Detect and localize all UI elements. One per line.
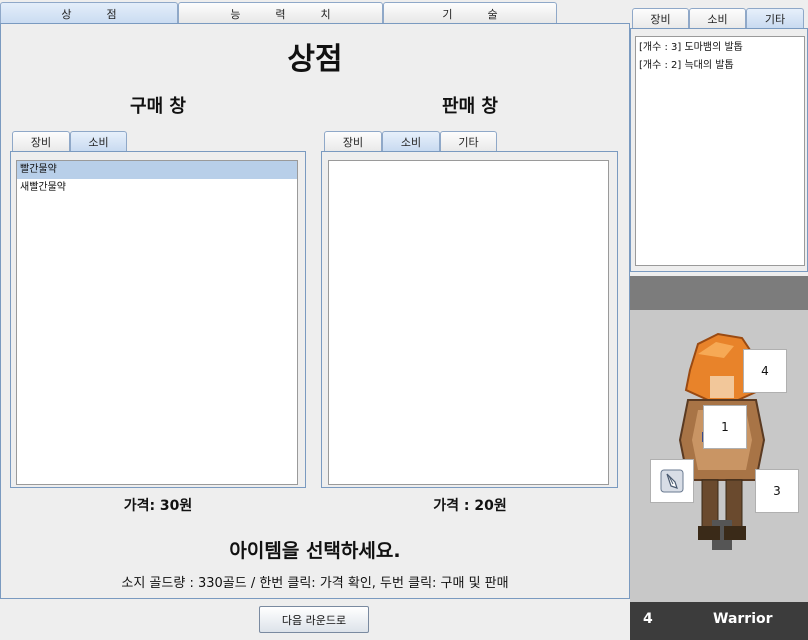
list-item[interactable]: [개수 : 2] 늑대의 발톱 — [636, 57, 804, 75]
sell-title: 판매 창 — [442, 96, 498, 117]
inv-tab-consumable-label: 소비 — [707, 13, 728, 26]
sell-tab-consumable-label: 소비 — [400, 136, 422, 149]
equip-slot-1[interactable]: 1 — [703, 405, 747, 449]
sell-price: 가격 : 20원 — [433, 498, 507, 514]
list-item[interactable]: 빨간물약 — [17, 161, 297, 179]
tab-shop-label: 상 점 — [61, 7, 117, 21]
buy-tab-consumable[interactable]: 소비 — [70, 131, 127, 152]
list-item[interactable]: [개수 : 3] 도마뱀의 발톱 — [636, 39, 804, 57]
tab-stats[interactable]: 능 력 치 — [178, 2, 383, 24]
buy-tab-consumable-label: 소비 — [88, 136, 109, 149]
sell-tab-equipment[interactable]: 장비 — [324, 131, 382, 152]
equip-slot-3[interactable]: 3 — [755, 469, 799, 513]
gold-footer: 소지 골드량 : 330골드 / 한번 클릭: 가격 확인, 두번 클릭: 구매… — [121, 576, 509, 591]
tab-stats-label: 능 력 치 — [230, 7, 331, 21]
character-class: Warrior — [713, 611, 773, 627]
sword-icon — [659, 468, 685, 494]
equip-slot-4-label: 4 — [761, 364, 769, 378]
inv-tab-equipment[interactable]: 장비 — [632, 8, 689, 29]
equip-slot-1-label: 1 — [721, 420, 729, 434]
list-item[interactable]: 새빨간물약 — [17, 179, 297, 197]
status-message: 아이템을 선택하세요. — [229, 540, 401, 562]
sell-tab-consumable[interactable]: 소비 — [382, 131, 440, 152]
equip-slot-weapon[interactable] — [650, 459, 694, 503]
inv-tab-etc[interactable]: 기타 — [746, 8, 804, 29]
sell-tab-etc[interactable]: 기타 — [440, 131, 497, 152]
buy-tab-equipment[interactable]: 장비 — [12, 131, 70, 152]
buy-price: 가격: 30원 — [123, 498, 193, 514]
shop-title: 상점 — [287, 42, 343, 77]
inventory-list[interactable]: [개수 : 3] 도마뱀의 발톱 [개수 : 2] 늑대의 발톱 — [635, 36, 805, 266]
buy-item-list[interactable]: 빨간물약 새빨간물약 — [16, 160, 298, 485]
character-header-bar — [630, 276, 808, 310]
equip-slot-3-label: 3 — [773, 484, 781, 498]
tab-shop[interactable]: 상 점 — [0, 2, 178, 24]
sell-item-list[interactable] — [328, 160, 609, 485]
sell-tab-equipment-label: 장비 — [342, 136, 364, 149]
tab-skills[interactable]: 기 술 — [383, 2, 557, 24]
equip-slot-4[interactable]: 4 — [743, 349, 787, 393]
sell-tab-etc-label: 기타 — [458, 136, 479, 149]
tab-skills-label: 기 술 — [442, 7, 498, 21]
next-round-label: 다음 라운드로 — [281, 613, 347, 627]
inv-tab-etc-label: 기타 — [764, 13, 786, 26]
character-level: 4 — [643, 611, 653, 627]
next-round-button[interactable]: 다음 라운드로 — [259, 606, 369, 633]
inv-tab-consumable[interactable]: 소비 — [689, 8, 746, 29]
buy-tab-equipment-label: 장비 — [30, 136, 52, 149]
buy-title: 구매 창 — [130, 96, 186, 117]
inv-tab-equipment-label: 장비 — [650, 13, 671, 26]
